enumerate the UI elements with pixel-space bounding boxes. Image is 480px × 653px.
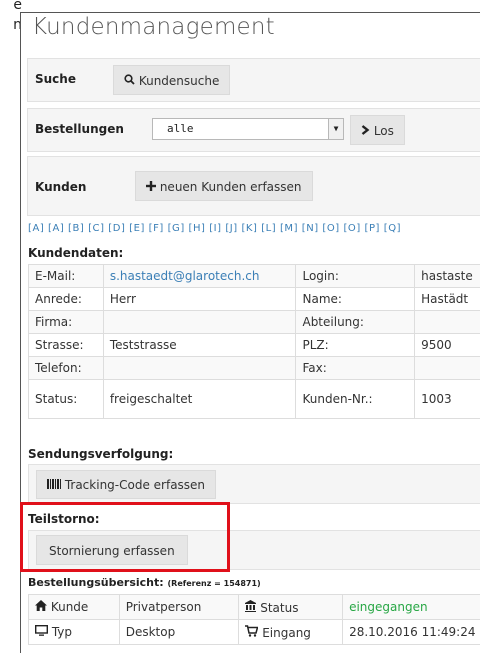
- overview-label: Status: [239, 595, 343, 620]
- go-button[interactable]: Los: [350, 115, 405, 145]
- field-value: 1003: [415, 380, 480, 419]
- go-label: Los: [374, 124, 394, 138]
- overview-label: Typ: [29, 620, 120, 645]
- order-filter-select[interactable]: alle ▼: [152, 118, 344, 140]
- field-value: Teststrasse: [103, 334, 296, 357]
- tracking-heading: Sendungsverfolgung:: [28, 447, 173, 461]
- field-label: Fax:: [296, 357, 415, 380]
- overview-label-text: Status: [260, 601, 298, 615]
- overview-label-text: Typ: [52, 625, 72, 639]
- field-value: [415, 357, 480, 380]
- overview-label-text: Eingang: [262, 626, 311, 640]
- barcode-icon: [47, 471, 61, 500]
- field-value: hastaste: [415, 265, 480, 288]
- home-icon: [35, 600, 47, 614]
- page-title: Kundenmanagement: [32, 14, 275, 40]
- customer-search-button[interactable]: Kundensuche: [113, 65, 230, 95]
- field-label: Status:: [29, 380, 104, 419]
- overview-label: Eingang: [239, 620, 343, 645]
- overview-value: 28.10.2016 11:49:24: [343, 620, 480, 645]
- customer-search-label: Kundensuche: [139, 74, 220, 88]
- overview-title: Bestellungsübersicht:: [28, 576, 164, 589]
- order-reference: (Referenz = 154871): [168, 579, 261, 588]
- new-customer-button[interactable]: neuen Kunden erfassen: [135, 171, 313, 201]
- customer-data-heading: Kundendaten:: [28, 246, 123, 260]
- table-row: Strasse: Teststrasse PLZ: 9500: [29, 334, 480, 357]
- table-row: Kunde Privatperson Status eingegangen: [29, 595, 480, 620]
- field-label: Login:: [296, 265, 415, 288]
- field-label: E-Mail:: [29, 265, 104, 288]
- customers-panel: Kunden neuen Kunden erfassen: [27, 156, 480, 216]
- field-label: Abteilung:: [296, 311, 415, 334]
- field-value: [415, 311, 480, 334]
- orders-panel: Bestellungen alle ▼ Los: [27, 108, 480, 152]
- new-customer-label: neuen Kunden erfassen: [160, 180, 302, 194]
- customer-data-table: E-Mail: s.hastaedt@glarotech.ch Login: h…: [28, 264, 480, 419]
- clipped-left-text: e n: [0, 0, 22, 60]
- desktop-icon: [35, 625, 48, 639]
- field-label: Firma:: [29, 311, 104, 334]
- customers-label: Kunden: [35, 180, 86, 194]
- building-icon: [245, 600, 256, 615]
- field-value: 9500: [415, 334, 480, 357]
- email-link[interactable]: s.hastaedt@glarotech.ch: [103, 265, 296, 288]
- overview-label: Kunde: [29, 595, 120, 620]
- search-label: Suche: [35, 72, 76, 86]
- field-label: PLZ:: [296, 334, 415, 357]
- table-row: Typ Desktop Eingang 28.10.2016 11:49:24: [29, 620, 480, 645]
- field-label: Strasse:: [29, 334, 104, 357]
- table-row: Anrede: Herr Name: Hastädt: [29, 288, 480, 311]
- field-value: [103, 357, 296, 380]
- alphabet-filter[interactable]: [A] [Ä] [B] [C] [D] [E] [F] [G] [H] [I] …: [28, 223, 480, 234]
- tracking-code-button[interactable]: Tracking-Code erfassen: [36, 470, 216, 499]
- status-value: eingegangen: [343, 595, 480, 620]
- plus-icon: [146, 172, 156, 202]
- tracking-panel: Tracking-Code erfassen: [28, 464, 480, 504]
- cart-icon: [245, 625, 258, 640]
- overview-label-text: Kunde: [51, 600, 88, 614]
- field-value: Herr: [103, 288, 296, 311]
- tracking-code-label: Tracking-Code erfassen: [65, 478, 205, 492]
- orders-label: Bestellungen: [35, 122, 124, 136]
- field-label: Name:: [296, 288, 415, 311]
- field-value: [103, 311, 296, 334]
- search-icon: [124, 66, 135, 96]
- overview-value: Privatperson: [119, 595, 239, 620]
- field-label: Anrede:: [29, 288, 104, 311]
- field-label: Kunden-Nr.:: [296, 380, 415, 419]
- search-panel: Suche Kundensuche: [27, 58, 480, 102]
- chevron-down-icon: ▼: [328, 119, 343, 139]
- order-overview-table: Kunde Privatperson Status eingegangen Ty…: [28, 594, 480, 645]
- overview-heading: Bestellungsübersicht: (Referenz = 154871…: [28, 576, 261, 589]
- chevron-right-icon: [361, 116, 370, 146]
- highlight-box: [20, 502, 230, 572]
- table-row: E-Mail: s.hastaedt@glarotech.ch Login: h…: [29, 265, 480, 288]
- table-row: Firma: Abteilung:: [29, 311, 480, 334]
- overview-value: Desktop: [119, 620, 239, 645]
- table-row: Telefon: Fax:: [29, 357, 480, 380]
- order-filter-value: alle: [167, 122, 194, 135]
- field-value: freigeschaltet: [103, 380, 296, 419]
- field-value: Hastädt: [415, 288, 480, 311]
- field-label: Telefon:: [29, 357, 104, 380]
- table-row: Status: freigeschaltet Kunden-Nr.: 1003: [29, 380, 480, 419]
